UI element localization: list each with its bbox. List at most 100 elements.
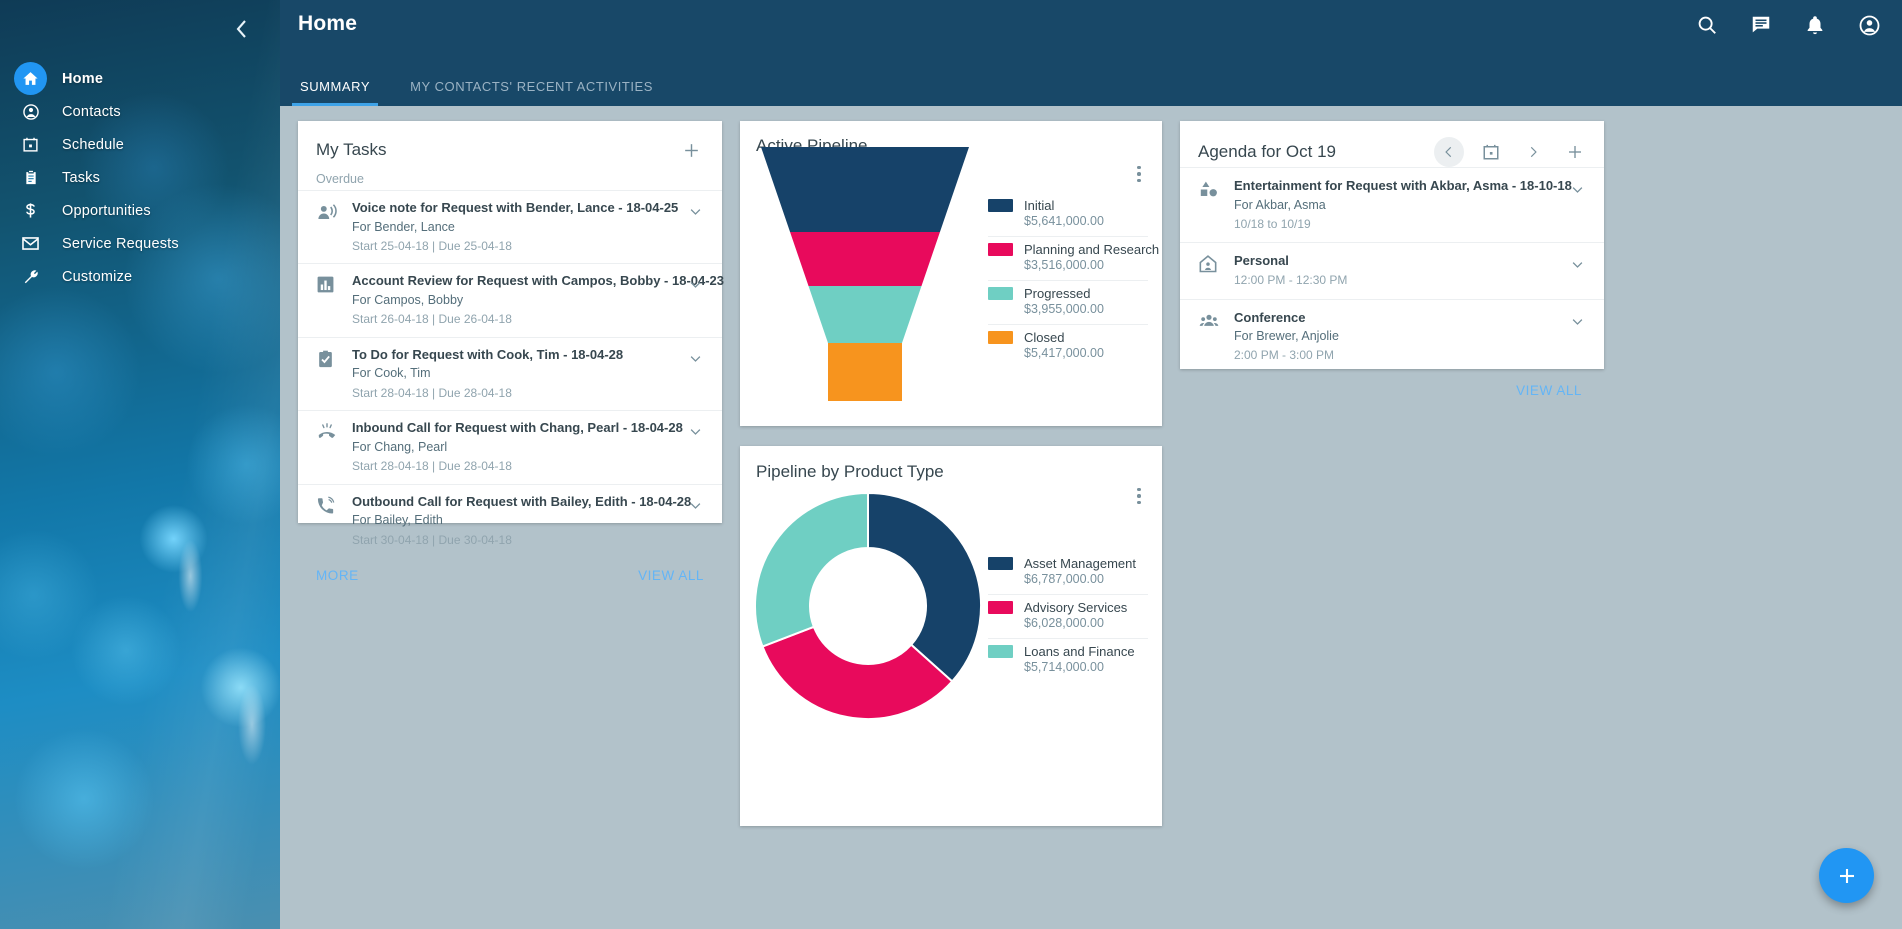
home-icon — [14, 62, 47, 95]
sidebar-item-label: Schedule — [62, 137, 124, 153]
sidebar-item-schedule[interactable]: Schedule — [0, 128, 280, 161]
task-row[interactable]: To Do for Request with Cook, Tim - 18-04… — [298, 337, 722, 410]
legend-swatch — [988, 557, 1013, 570]
task-meta: Start 25-04-18 | Due 25-04-18 — [352, 237, 682, 256]
donut-svg — [752, 490, 984, 722]
tab-summary[interactable]: SUMMARY — [280, 79, 390, 106]
clipboard-icon — [14, 161, 47, 194]
task-title: Account Review for Request with Campos, … — [352, 271, 682, 291]
more-link[interactable]: MORE — [316, 568, 359, 583]
legend-item[interactable]: Loans and Finance $5,714,000.00 — [988, 639, 1148, 682]
legend-label: Initial — [1024, 198, 1054, 213]
donut-segment[interactable] — [868, 493, 981, 681]
agenda-row[interactable]: Entertainment for Request with Akbar, As… — [1180, 167, 1604, 242]
legend-item[interactable]: Asset Management $6,787,000.00 — [988, 551, 1148, 595]
task-title: Inbound Call for Request with Chang, Pea… — [352, 418, 682, 438]
tab-my-contacts-recent-activities[interactable]: MY CONTACTS' RECENT ACTIVITIES — [390, 79, 673, 106]
header-tabs: SUMMARY MY CONTACTS' RECENT ACTIVITIES — [280, 62, 673, 106]
funnel-legend: Initial $5,641,000.00 Planning and Resea… — [988, 193, 1148, 368]
task-subtitle: For Chang, Pearl — [352, 438, 682, 457]
agenda-title: Entertainment for Request with Akbar, As… — [1234, 176, 1564, 196]
sidebar-item-contacts[interactable]: Contacts — [0, 95, 280, 128]
legend-swatch — [988, 287, 1013, 300]
task-row[interactable]: Account Review for Request with Campos, … — [298, 263, 722, 336]
donut-segment[interactable] — [755, 493, 868, 647]
add-agenda-button[interactable] — [1560, 137, 1590, 167]
account-icon[interactable] — [1856, 12, 1882, 38]
card-title: Agenda for Oct 19 — [1198, 142, 1336, 162]
funnel-segment[interactable] — [809, 286, 922, 343]
sidebar-item-opportunities[interactable]: Opportunities — [0, 194, 280, 227]
legend-item[interactable]: Progressed $3,955,000.00 — [988, 281, 1148, 325]
task-content: Outbound Call for Request with Bailey, E… — [352, 492, 682, 549]
chevron-down-icon[interactable] — [682, 345, 708, 402]
agenda-prev-button[interactable] — [1434, 137, 1464, 167]
page-title: Home — [298, 12, 357, 36]
agenda-meta: 10/18 to 10/19 — [1234, 215, 1564, 234]
chevron-down-icon[interactable] — [682, 271, 708, 328]
task-row[interactable]: Inbound Call for Request with Chang, Pea… — [298, 410, 722, 483]
sidebar-item-customize[interactable]: Customize — [0, 260, 280, 293]
more-vertical-icon[interactable] — [1128, 161, 1150, 187]
chevron-down-icon[interactable] — [682, 198, 708, 255]
task-meta: Start 26-04-18 | Due 26-04-18 — [352, 310, 682, 329]
sidebar-nav: Home Contacts — [0, 62, 280, 293]
agenda-row[interactable]: Conference For Brewer, Anjolie 2:00 PM -… — [1180, 299, 1604, 374]
sidebar-item-label: Opportunities — [62, 203, 151, 219]
agenda-footer: VIEW ALL — [1180, 374, 1604, 398]
agenda-next-button[interactable] — [1518, 137, 1548, 167]
card-title: Pipeline by Product Type — [756, 462, 944, 482]
task-row[interactable]: Voice note for Request with Bender, Lanc… — [298, 190, 722, 263]
agenda-content: Personal 12:00 PM - 12:30 PM — [1234, 251, 1564, 289]
chevron-down-icon[interactable] — [1564, 308, 1590, 365]
sidebar-item-label: Service Requests — [62, 236, 179, 252]
view-all-link[interactable]: VIEW ALL — [1516, 383, 1582, 398]
chat-icon[interactable] — [1748, 12, 1774, 38]
sidebar-item-label: Customize — [62, 269, 132, 285]
agenda-row[interactable]: Personal 12:00 PM - 12:30 PM — [1180, 242, 1604, 298]
sidebar-item-home[interactable]: Home — [0, 62, 280, 95]
add-task-button[interactable] — [678, 137, 704, 163]
legend-item[interactable]: Planning and Research $3,516,000.00 — [988, 237, 1148, 281]
app-header: Home — [280, 0, 1902, 106]
chevron-down-icon[interactable] — [1564, 251, 1590, 289]
chevron-down-icon[interactable] — [1564, 176, 1590, 233]
legend-label: Advisory Services — [1024, 600, 1127, 615]
chevron-down-icon[interactable] — [682, 492, 708, 549]
my-tasks-card: My Tasks Overdue — [298, 121, 722, 523]
legend-item[interactable]: Closed $5,417,000.00 — [988, 325, 1148, 368]
bell-icon[interactable] — [1802, 12, 1828, 38]
view-all-link[interactable]: VIEW ALL — [638, 568, 704, 583]
legend-item[interactable]: Initial $5,641,000.00 — [988, 193, 1148, 237]
legend-label: Planning and Research — [1024, 242, 1159, 257]
task-title: Outbound Call for Request with Bailey, E… — [352, 492, 682, 512]
chevron-down-icon[interactable] — [682, 418, 708, 475]
calendar-icon[interactable] — [1476, 137, 1506, 167]
sidebar-item-label: Home — [62, 71, 103, 87]
legend-item[interactable]: Advisory Services $6,028,000.00 — [988, 595, 1148, 639]
funnel-segment[interactable] — [790, 232, 940, 286]
agenda-content: Entertainment for Request with Akbar, As… — [1234, 176, 1564, 233]
search-icon[interactable] — [1694, 12, 1720, 38]
funnel-segment[interactable] — [761, 147, 969, 232]
my-tasks-header: My Tasks — [298, 121, 722, 163]
floating-add-button[interactable] — [1819, 848, 1874, 903]
funnel-chart — [750, 147, 980, 406]
task-title: To Do for Request with Cook, Tim - 18-04… — [352, 345, 682, 365]
agenda-content: Conference For Brewer, Anjolie 2:00 PM -… — [1234, 308, 1564, 365]
task-subtitle: For Bailey, Edith — [352, 511, 682, 530]
header-actions — [1694, 12, 1882, 38]
task-row[interactable]: Outbound Call for Request with Bailey, E… — [298, 484, 722, 557]
sidebar-collapse-button[interactable] — [224, 12, 258, 46]
funnel-segment[interactable] — [828, 343, 902, 401]
entertainment-icon — [1198, 176, 1234, 233]
agenda-header: Agenda for Oct 19 — [1180, 121, 1604, 167]
sidebar-item-label: Contacts — [62, 104, 121, 120]
active-pipeline-card: Active Pipeline Initial $5,641,000.00 Pl… — [740, 121, 1162, 426]
sidebar-item-service-requests[interactable]: Service Requests — [0, 227, 280, 260]
sidebar-item-tasks[interactable]: Tasks — [0, 161, 280, 194]
main-content: My Tasks Overdue — [280, 106, 1902, 929]
legend-swatch — [988, 243, 1013, 256]
agenda-title: Personal — [1234, 251, 1564, 271]
more-vertical-icon[interactable] — [1128, 483, 1150, 509]
